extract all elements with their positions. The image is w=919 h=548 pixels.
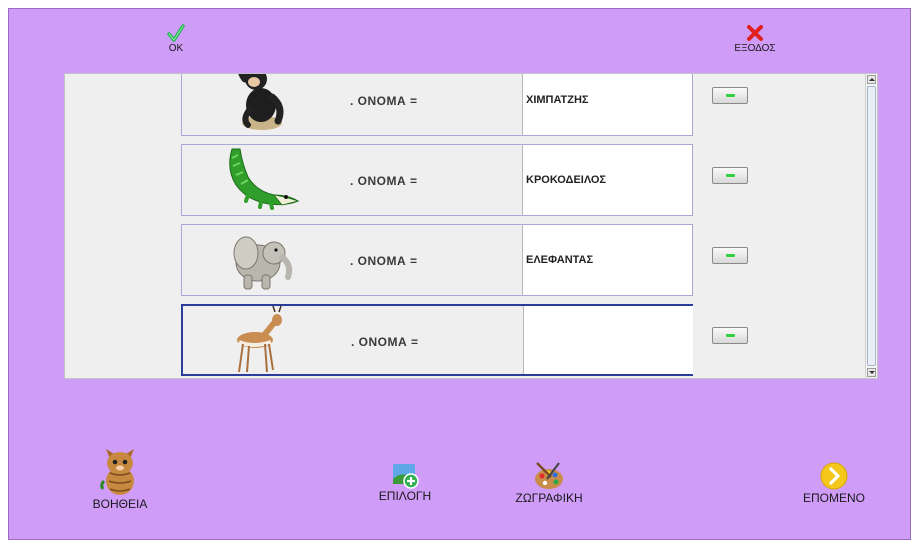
next-label: ΕΠΟΜΕΝΟ [802, 491, 865, 505]
cat-icon [100, 449, 134, 495]
select-button[interactable]: ΕΠΙΛΟΓΗ [367, 461, 443, 503]
close-icon [747, 25, 763, 41]
chimpanzee-icon [238, 74, 284, 130]
arrow-right-icon [820, 462, 848, 490]
ok-label: OK [168, 43, 184, 54]
gazelle-icon [237, 306, 282, 373]
crocodile-icon [229, 148, 300, 210]
exit-button[interactable]: ΕΞΟΔΟΣ [723, 23, 787, 54]
palette-icon [535, 462, 563, 489]
row-action-button[interactable] [712, 327, 748, 344]
animal-row-gazelle: . ΟΝΟΜΑ = [181, 304, 693, 376]
check-icon [167, 24, 185, 42]
name-label: . ΟΝΟΜΑ = [350, 174, 418, 188]
scroll-thumb[interactable] [867, 86, 876, 366]
name-label: . ΟΝΟΜΑ = [350, 254, 418, 268]
paint-button[interactable]: ΖΩΓΡΑΦΙΚΗ [503, 461, 595, 505]
exit-label: ΕΞΟΔΟΣ [734, 43, 776, 54]
answer-field[interactable] [522, 74, 692, 135]
row-action-button[interactable] [712, 167, 748, 184]
row-action-button[interactable] [712, 247, 748, 264]
paint-label: ΖΩΓΡΑΦΙΚΗ [515, 491, 583, 505]
elephant-icon [233, 236, 293, 290]
animal-row-elephant: . ΟΝΟΜΑ = [181, 224, 693, 296]
vertical-scrollbar[interactable] [865, 74, 877, 378]
app-window: OK ΕΞΟΔΟΣ . ΟΝΟΜΑ = ΧΙΜΠΑΤΖΗΣ . ΟΝΟΜΑ = … [8, 8, 911, 540]
scroll-up-icon[interactable] [867, 75, 876, 84]
answer-field[interactable] [522, 225, 692, 295]
name-label: . ΟΝΟΜΑ = [351, 335, 419, 349]
animal-row-crocodile: . ΟΝΟΜΑ = [181, 144, 693, 216]
animal-row-chimpanzee: . ΟΝΟΜΑ = [181, 74, 693, 136]
scroll-down-icon[interactable] [867, 368, 876, 377]
row-action-button[interactable] [712, 87, 748, 104]
help-label: ΒΟΗΘΕΙΑ [92, 497, 148, 511]
animal-name-list[interactable]: . ΟΝΟΜΑ = . ΟΝΟΜΑ = [64, 73, 878, 379]
next-button[interactable]: ΕΠΟΜΕΝΟ [789, 461, 879, 505]
answer-field[interactable] [523, 306, 693, 374]
select-label: ΕΠΙΛΟΓΗ [378, 489, 432, 503]
name-label: . ΟΝΟΜΑ = [350, 94, 418, 108]
help-button[interactable]: ΒΟΗΘΕΙΑ [83, 443, 157, 511]
add-image-icon [393, 464, 419, 489]
answer-field[interactable] [522, 145, 692, 215]
ok-button[interactable]: OK [159, 23, 193, 54]
